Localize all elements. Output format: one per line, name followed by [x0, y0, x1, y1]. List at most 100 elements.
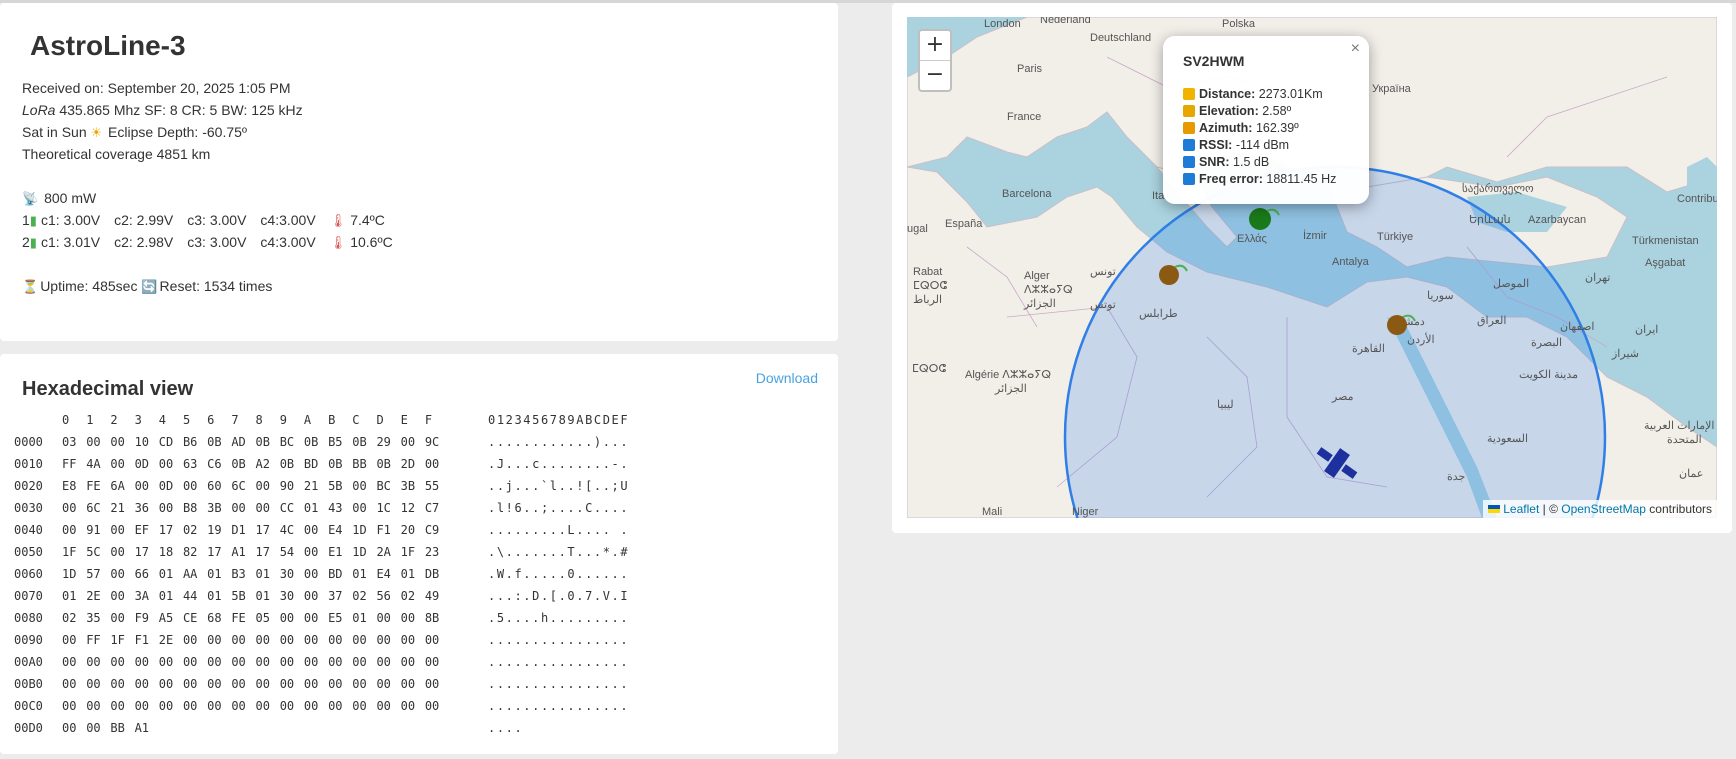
hex-byte: 00	[231, 655, 246, 669]
close-icon[interactable]: ×	[1351, 40, 1360, 58]
svg-text:الجزائر: الجزائر	[994, 383, 1027, 395]
svg-text:ⵎⵕⵔⵛ: ⵎⵕⵔⵛ	[912, 363, 946, 375]
satellite-info-card: AstroLine-3 Received on: September 20, 2…	[0, 3, 838, 341]
cell-2: c2: 2.99V	[114, 212, 174, 228]
svg-text:ایران: ایران	[1635, 324, 1658, 336]
popup-metric-value: 2273.01Km	[1258, 87, 1323, 101]
hex-byte: 00	[303, 545, 319, 559]
svg-text:اصفهان: اصفهان	[1560, 321, 1594, 333]
hex-dump: 0 1 2 3 4 5 6 7 8 9 A B C D E F 0123456789ABCDEF 0000 03 00…	[14, 409, 629, 739]
popup-metric-value: -114 dBm	[1235, 138, 1290, 152]
svg-text:شيراز: شيراز	[1611, 348, 1639, 360]
hex-byte: 00	[110, 567, 125, 581]
map-attribution: Leaflet | © OpenStreetMap contributors	[1483, 500, 1717, 518]
thermometer-icon: 🌡	[329, 213, 347, 228]
cell-2: c2: 2.98V	[114, 234, 174, 250]
svg-text:Alger: Alger	[1024, 270, 1050, 282]
hourglass-icon: ⏳	[22, 279, 39, 294]
popup-metric-row: Freq error: 18811.45 Hz	[1183, 171, 1336, 188]
hex-offset: 0050	[14, 545, 43, 559]
station-popup: × SV2HWM Distance: 2273.01Km Elevation: 2…	[1163, 36, 1369, 204]
hex-byte: BB	[110, 721, 125, 735]
hex-byte: 00	[303, 611, 319, 625]
hex-byte: 00	[328, 699, 343, 713]
coverage-map[interactable]: London Nederland Deutschland Polska Paris Fr…	[907, 17, 1717, 518]
hex-byte: 4A	[86, 457, 101, 471]
hex-byte: BD	[328, 567, 343, 581]
hex-byte: 00	[352, 677, 367, 691]
hex-byte: 1F	[400, 545, 416, 559]
hex-bytes: 01 2E 00 3A 01 44 01 5B 01 30 00 37 02 56 02 49	[62, 585, 488, 607]
hex-header-byte: 7	[231, 413, 239, 427]
hex-bytes: 02 35 00 F9 A5 CE 68 FE 05 00 00 E5 01 00 00 8B	[62, 607, 488, 629]
osm-link[interactable]: OpenStreetMap	[1561, 502, 1646, 516]
hex-byte: 00	[303, 633, 319, 647]
hex-header-byte: 2	[110, 413, 118, 427]
svg-text:ⵎⵕⵔⵛ: ⵎⵕⵔⵛ	[913, 280, 947, 292]
hex-bytes: 00 FF 1F F1 2E 00 00 00 00 00 00 00 00 00 00 00	[62, 629, 488, 651]
hex-byte: 00	[110, 699, 125, 713]
hex-byte: B8	[182, 501, 198, 515]
hex-byte: 00	[110, 545, 125, 559]
hex-byte: 01	[255, 589, 270, 603]
hex-bytes: 00 91 00 EF 17 02 19 D1 17 4C 00 E4 1D F1 20 C9	[62, 519, 488, 541]
battery-row: 2▮ c1: 3.01V c2: 2.98V c3: 3.00V c4:3.00V 🌡 10…	[22, 231, 407, 253]
hex-row: 0010 FF 4A 00 0D 00 63 C6 0B A2 0B BD 0B BB 0B 2D 00 .J..…	[14, 453, 629, 475]
hex-byte: C6	[207, 457, 222, 471]
svg-text:Polska: Polska	[1222, 18, 1256, 30]
hex-view-card: Hexadecimal view Download 0123456789ABCD…	[0, 354, 838, 754]
download-link[interactable]: Download	[756, 370, 818, 386]
hex-byte: 29	[376, 435, 391, 449]
zoom-control: + −	[918, 29, 952, 92]
hex-row: 0080 02 35 00 F9 A5 CE 68 FE 05 00 00 E5 01 00 00 8B .5..…	[14, 607, 629, 629]
hex-byte: 00	[255, 633, 270, 647]
hex-byte: 6A	[110, 479, 125, 493]
hex-header-byte: C	[352, 413, 360, 427]
hex-byte: 3A	[134, 589, 150, 603]
hex-ascii: .J...c........-.	[488, 457, 630, 471]
hex-byte: 00	[279, 699, 295, 713]
hex-byte: 6C	[231, 479, 246, 493]
hex-byte: 00	[207, 699, 222, 713]
hex-byte: F1	[376, 523, 391, 537]
leaflet-link[interactable]: Leaflet	[1503, 502, 1539, 516]
hex-byte: 90	[279, 479, 295, 493]
hex-byte: 00	[158, 457, 174, 471]
hex-byte: 00	[255, 699, 270, 713]
hex-offset: 0090	[14, 633, 43, 647]
hex-view-title: Hexadecimal view	[22, 378, 194, 400]
hex-bytes: 00 6C 21 36 00 B8 3B 00 00 CC 01 43 00 1C 12 C7	[62, 497, 488, 519]
hex-byte: 00	[182, 633, 198, 647]
cell-4: c4:3.00V	[260, 212, 316, 228]
zoom-in-button[interactable]: +	[920, 31, 950, 60]
hex-byte: A2	[255, 457, 270, 471]
hex-row: 0070 01 2E 00 3A 01 44 01 5B 01 30 00 37 02 56 02 49...:…	[14, 585, 629, 607]
hex-byte: 2E	[86, 589, 101, 603]
popup-metric-label: SNR:	[1199, 155, 1230, 169]
hex-byte: 44	[182, 589, 198, 603]
hex-byte: 21	[303, 479, 319, 493]
telemetry-summary: Received on: September 20, 2025 1:05 PM …	[22, 77, 407, 297]
hex-byte: 00	[400, 677, 416, 691]
hex-row: 00B0 00 00 00 00 00 00 00 00 00 00 00 00 00 00 00 00....…	[14, 673, 629, 695]
battery-temp: 7.4ºC	[350, 212, 385, 228]
signal-icon	[1183, 156, 1195, 168]
hex-byte: E5	[328, 611, 343, 625]
hex-byte: 02	[400, 589, 416, 603]
svg-text:البصرة: البصرة	[1531, 337, 1562, 349]
zoom-out-button[interactable]: −	[920, 60, 950, 90]
hex-byte: AD	[231, 435, 246, 449]
hex-byte: 01	[158, 589, 174, 603]
svg-text:Երևան: Երևան	[1469, 214, 1511, 226]
hex-byte: AA	[182, 567, 198, 581]
hex-bytes: FF 4A 00 0D 00 63 C6 0B A2 0B BD 0B BB 0B 2D 00	[62, 453, 488, 475]
popup-metric-row: Azimuth: 162.39º	[1183, 120, 1336, 137]
received-line: Received on: September 20, 2025 1:05 PM	[22, 77, 407, 99]
svg-text:Mali: Mali	[982, 506, 1002, 518]
thermometer-icon: 🌡	[329, 235, 347, 250]
svg-text:الرباط: الرباط	[913, 294, 942, 306]
svg-text:Antalya: Antalya	[1332, 256, 1370, 268]
sun-label: Sat in Sun	[22, 124, 87, 140]
hex-byte: 00	[110, 611, 125, 625]
hex-byte: 1D	[62, 567, 77, 581]
